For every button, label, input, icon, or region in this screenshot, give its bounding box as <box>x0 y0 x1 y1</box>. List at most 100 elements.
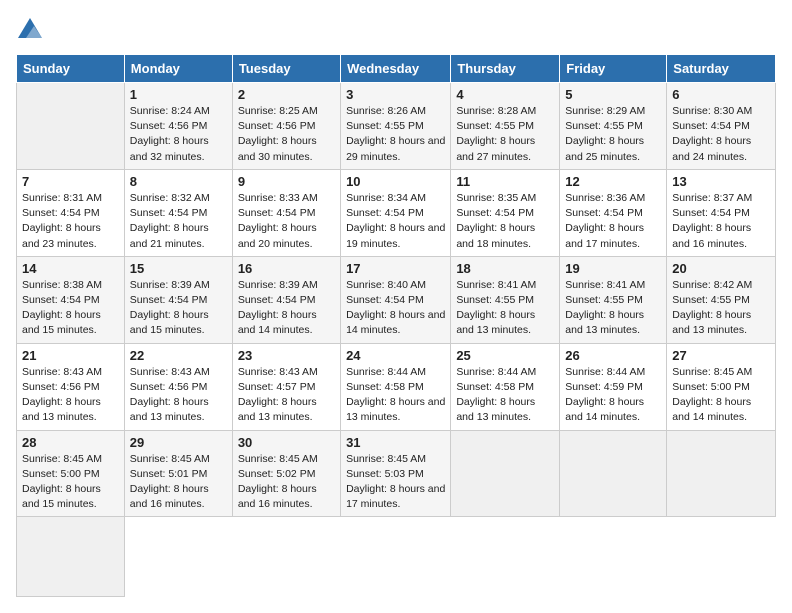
day-detail: Sunrise: 8:43 AMSunset: 4:56 PMDaylight:… <box>130 365 227 426</box>
day-detail: Sunrise: 8:30 AMSunset: 4:54 PMDaylight:… <box>672 104 770 165</box>
day-number: 26 <box>565 348 661 363</box>
day-number: 20 <box>672 261 770 276</box>
calendar-cell: 27 Sunrise: 8:45 AMSunset: 5:00 PMDayligh… <box>667 343 776 430</box>
day-detail: Sunrise: 8:44 AMSunset: 4:58 PMDaylight:… <box>456 365 554 426</box>
calendar-cell: 11 Sunrise: 8:35 AMSunset: 4:54 PMDayligh… <box>451 169 560 256</box>
day-detail: Sunrise: 8:44 AMSunset: 4:58 PMDaylight:… <box>346 365 445 426</box>
calendar-cell: 4 Sunrise: 8:28 AMSunset: 4:55 PMDaylight… <box>451 83 560 170</box>
day-detail: Sunrise: 8:40 AMSunset: 4:54 PMDaylight:… <box>346 278 445 339</box>
logo-icon <box>16 16 44 44</box>
day-detail: Sunrise: 8:33 AMSunset: 4:54 PMDaylight:… <box>238 191 335 252</box>
day-detail: Sunrise: 8:41 AMSunset: 4:55 PMDaylight:… <box>456 278 554 339</box>
calendar-cell: 24 Sunrise: 8:44 AMSunset: 4:58 PMDayligh… <box>341 343 451 430</box>
calendar-cell: 17 Sunrise: 8:40 AMSunset: 4:54 PMDayligh… <box>341 256 451 343</box>
day-detail: Sunrise: 8:36 AMSunset: 4:54 PMDaylight:… <box>565 191 661 252</box>
day-number: 7 <box>22 174 119 189</box>
calendar-cell: 7 Sunrise: 8:31 AMSunset: 4:54 PMDaylight… <box>17 169 125 256</box>
calendar-row: 21 Sunrise: 8:43 AMSunset: 4:56 PMDayligh… <box>17 343 776 430</box>
day-detail: Sunrise: 8:25 AMSunset: 4:56 PMDaylight:… <box>238 104 335 165</box>
calendar-cell: 30 Sunrise: 8:45 AMSunset: 5:02 PMDayligh… <box>232 430 340 517</box>
calendar-cell: 14Sunrise: 8:38 AMSunset: 4:54 PMDayligh… <box>17 256 125 343</box>
day-number: 4 <box>456 87 554 102</box>
day-detail: Sunrise: 8:39 AMSunset: 4:54 PMDaylight:… <box>130 278 227 339</box>
calendar-cell: 6Sunrise: 8:30 AMSunset: 4:54 PMDaylight… <box>667 83 776 170</box>
calendar-cell: 16 Sunrise: 8:39 AMSunset: 4:54 PMDayligh… <box>232 256 340 343</box>
weekday-header-sunday: Sunday <box>17 55 125 83</box>
day-number: 10 <box>346 174 445 189</box>
calendar-cell: 5Sunrise: 8:29 AMSunset: 4:55 PMDaylight… <box>560 83 667 170</box>
calendar-cell <box>451 430 560 517</box>
day-number: 2 <box>238 87 335 102</box>
calendar-cell: 2 Sunrise: 8:25 AMSunset: 4:56 PMDaylight… <box>232 83 340 170</box>
day-number: 1 <box>130 87 227 102</box>
day-detail: Sunrise: 8:37 AMSunset: 4:54 PMDaylight:… <box>672 191 770 252</box>
calendar-row: 1 Sunrise: 8:24 AMSunset: 4:56 PMDaylight… <box>17 83 776 170</box>
logo <box>16 16 48 44</box>
day-detail: Sunrise: 8:35 AMSunset: 4:54 PMDaylight:… <box>456 191 554 252</box>
calendar-cell: 18Sunrise: 8:41 AMSunset: 4:55 PMDayligh… <box>451 256 560 343</box>
day-number: 23 <box>238 348 335 363</box>
calendar-row: 14Sunrise: 8:38 AMSunset: 4:54 PMDayligh… <box>17 256 776 343</box>
day-number: 8 <box>130 174 227 189</box>
day-detail: Sunrise: 8:32 AMSunset: 4:54 PMDaylight:… <box>130 191 227 252</box>
calendar-cell: 28 Sunrise: 8:45 AMSunset: 5:00 PMDayligh… <box>17 430 125 517</box>
day-number: 21 <box>22 348 119 363</box>
weekday-header-friday: Friday <box>560 55 667 83</box>
day-number: 17 <box>346 261 445 276</box>
calendar-cell: 13 Sunrise: 8:37 AMSunset: 4:54 PMDayligh… <box>667 169 776 256</box>
calendar-row: 28 Sunrise: 8:45 AMSunset: 5:00 PMDayligh… <box>17 430 776 517</box>
day-number: 15 <box>130 261 227 276</box>
calendar-cell: 12 Sunrise: 8:36 AMSunset: 4:54 PMDayligh… <box>560 169 667 256</box>
weekday-header-monday: Monday <box>124 55 232 83</box>
day-number: 14 <box>22 261 119 276</box>
day-detail: Sunrise: 8:45 AMSunset: 5:00 PMDaylight:… <box>22 452 119 513</box>
day-detail: Sunrise: 8:39 AMSunset: 4:54 PMDaylight:… <box>238 278 335 339</box>
weekday-header-tuesday: Tuesday <box>232 55 340 83</box>
day-number: 16 <box>238 261 335 276</box>
day-number: 27 <box>672 348 770 363</box>
day-number: 22 <box>130 348 227 363</box>
day-detail: Sunrise: 8:44 AMSunset: 4:59 PMDaylight:… <box>565 365 661 426</box>
calendar-row: 7 Sunrise: 8:31 AMSunset: 4:54 PMDaylight… <box>17 169 776 256</box>
calendar-cell: 19 Sunrise: 8:41 AMSunset: 4:55 PMDayligh… <box>560 256 667 343</box>
day-number: 30 <box>238 435 335 450</box>
page-header <box>16 16 776 44</box>
calendar-header: SundayMondayTuesdayWednesdayThursdayFrid… <box>17 55 776 83</box>
calendar-cell: 1 Sunrise: 8:24 AMSunset: 4:56 PMDaylight… <box>124 83 232 170</box>
calendar-cell: 25 Sunrise: 8:44 AMSunset: 4:58 PMDayligh… <box>451 343 560 430</box>
day-number: 11 <box>456 174 554 189</box>
calendar-table: SundayMondayTuesdayWednesdayThursdayFrid… <box>16 54 776 597</box>
day-detail: Sunrise: 8:42 AMSunset: 4:55 PMDaylight:… <box>672 278 770 339</box>
calendar-cell: 29 Sunrise: 8:45 AMSunset: 5:01 PMDayligh… <box>124 430 232 517</box>
day-number: 29 <box>130 435 227 450</box>
day-detail: Sunrise: 8:45 AMSunset: 5:00 PMDaylight:… <box>672 365 770 426</box>
calendar-cell: 26 Sunrise: 8:44 AMSunset: 4:59 PMDayligh… <box>560 343 667 430</box>
calendar-cell: 20 Sunrise: 8:42 AMSunset: 4:55 PMDayligh… <box>667 256 776 343</box>
day-number: 12 <box>565 174 661 189</box>
weekday-header-wednesday: Wednesday <box>341 55 451 83</box>
day-number: 19 <box>565 261 661 276</box>
weekday-header-saturday: Saturday <box>667 55 776 83</box>
day-detail: Sunrise: 8:28 AMSunset: 4:55 PMDaylight:… <box>456 104 554 165</box>
day-detail: Sunrise: 8:45 AMSunset: 5:01 PMDaylight:… <box>130 452 227 513</box>
day-detail: Sunrise: 8:29 AMSunset: 4:55 PMDaylight:… <box>565 104 661 165</box>
day-detail: Sunrise: 8:45 AMSunset: 5:02 PMDaylight:… <box>238 452 335 513</box>
calendar-cell: 3Sunrise: 8:26 AMSunset: 4:55 PMDaylight… <box>341 83 451 170</box>
day-number: 25 <box>456 348 554 363</box>
day-detail: Sunrise: 8:41 AMSunset: 4:55 PMDaylight:… <box>565 278 661 339</box>
calendar-cell <box>17 83 125 170</box>
day-number: 28 <box>22 435 119 450</box>
calendar-cell: 10 Sunrise: 8:34 AMSunset: 4:54 PMDayligh… <box>341 169 451 256</box>
calendar-cell: 31 Sunrise: 8:45 AMSunset: 5:03 PMDayligh… <box>341 430 451 517</box>
day-number: 24 <box>346 348 445 363</box>
day-detail: Sunrise: 8:45 AMSunset: 5:03 PMDaylight:… <box>346 452 445 513</box>
day-detail: Sunrise: 8:43 AMSunset: 4:56 PMDaylight:… <box>22 365 119 426</box>
day-detail: Sunrise: 8:26 AMSunset: 4:55 PMDaylight:… <box>346 104 445 165</box>
day-detail: Sunrise: 8:31 AMSunset: 4:54 PMDaylight:… <box>22 191 119 252</box>
day-number: 13 <box>672 174 770 189</box>
day-detail: Sunrise: 8:24 AMSunset: 4:56 PMDaylight:… <box>130 104 227 165</box>
day-detail: Sunrise: 8:34 AMSunset: 4:54 PMDaylight:… <box>346 191 445 252</box>
calendar-cell <box>667 430 776 517</box>
day-number: 31 <box>346 435 445 450</box>
calendar-cell: 21 Sunrise: 8:43 AMSunset: 4:56 PMDayligh… <box>17 343 125 430</box>
